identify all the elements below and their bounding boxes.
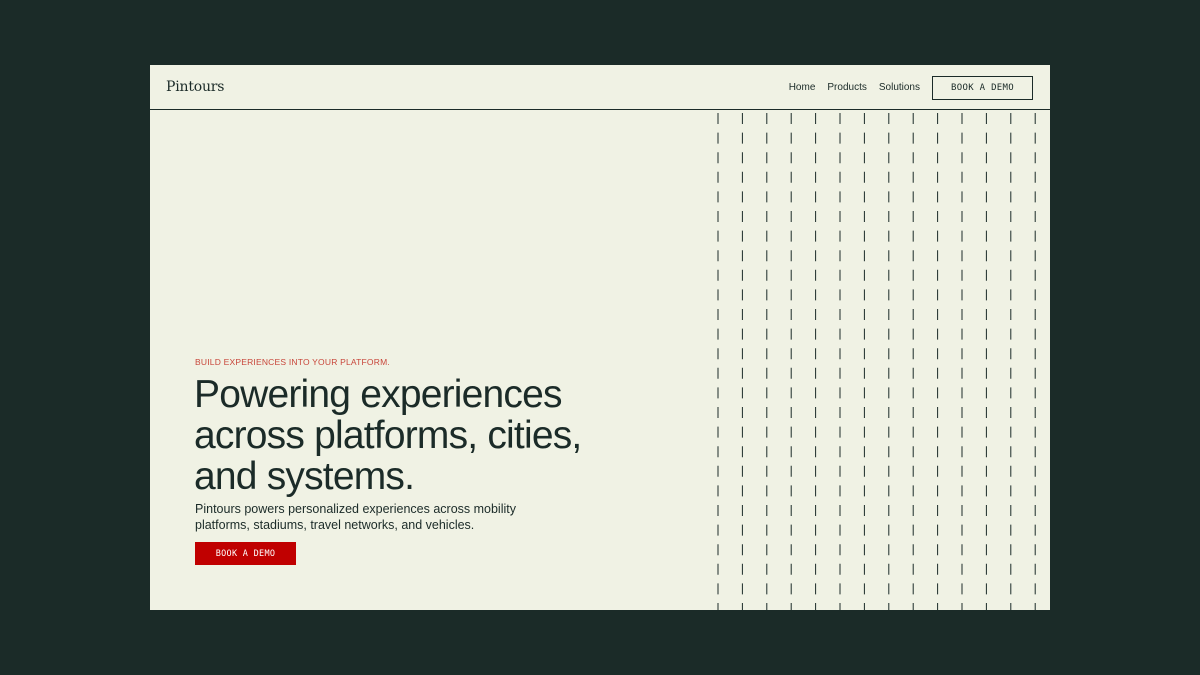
hero-subtext-line-2: platforms, stadiums, travel networks, an… <box>195 518 475 532</box>
nav-item-home[interactable]: Home <box>789 82 816 93</box>
hero-eyebrow: BUILD EXPERIENCES INTO YOUR PLATFORM. <box>195 357 390 367</box>
header-book-demo-button[interactable]: BOOK A DEMO <box>932 76 1033 100</box>
nav-item-solutions[interactable]: Solutions <box>879 82 920 93</box>
hero-headline-line-3: and systems. <box>194 455 415 498</box>
landing-page-frame: Pintours Home Products Solutions BOOK A … <box>150 65 1050 610</box>
primary-nav: Home Products Solutions <box>789 82 920 93</box>
hero-subtext: Pintours powers personalized experiences… <box>195 501 555 533</box>
hero-subtext-line-1: Pintours powers personalized experiences… <box>195 502 516 516</box>
top-navigation-bar: Pintours Home Products Solutions BOOK A … <box>150 65 1050 110</box>
hero-book-demo-button[interactable]: BOOK A DEMO <box>195 542 296 565</box>
hero-headline-line-2: across platforms, cities, <box>194 414 582 457</box>
dashed-line-pattern <box>717 113 1036 610</box>
nav-item-products[interactable]: Products <box>827 82 866 93</box>
hero-headline: Powering experiences across platforms, c… <box>194 374 634 497</box>
brand-logo[interactable]: Pintours <box>166 79 224 95</box>
hero-headline-line-1: Powering experiences <box>194 373 563 416</box>
